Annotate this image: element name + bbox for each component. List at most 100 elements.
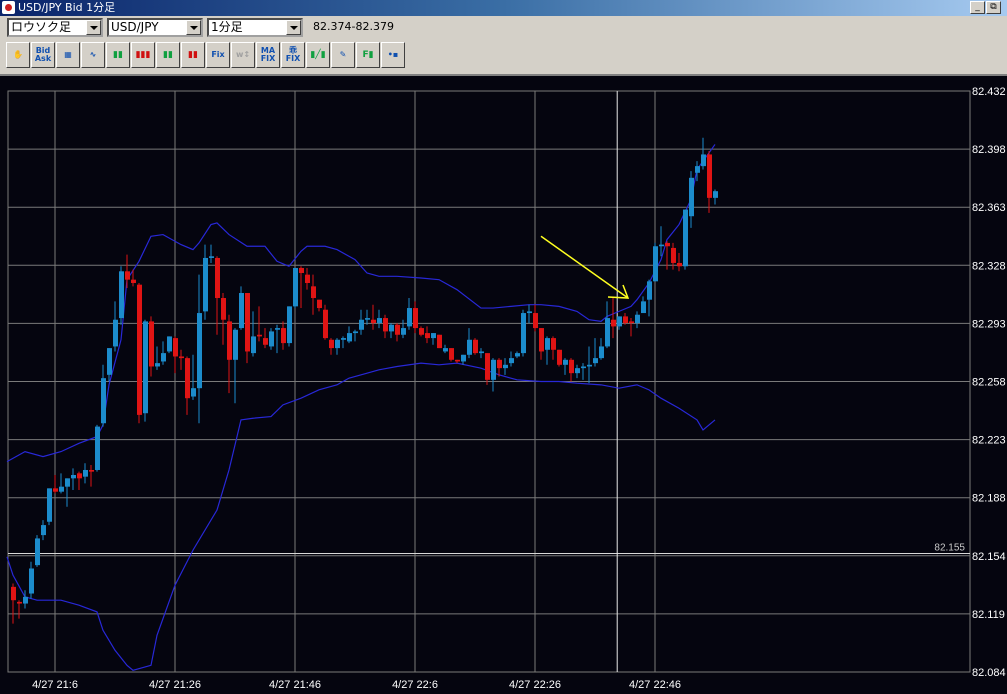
candle-body: [377, 318, 382, 324]
pencil-button[interactable]: ✎: [331, 42, 355, 68]
chart-type-select[interactable]: ロウソク足: [7, 18, 103, 37]
candle-body: [335, 339, 340, 349]
candle-body: [641, 301, 646, 314]
candlestick-chart[interactable]: 82.432 82.398 82.363 82.328 82.293 82.258 82.2…: [0, 76, 1007, 694]
candle-down: [149, 316, 154, 377]
candle-body: [395, 324, 400, 335]
fix-button[interactable]: Fix: [206, 42, 230, 68]
candle-down: [329, 338, 334, 355]
scale-button[interactable]: w↕: [231, 42, 255, 68]
deviation-fix-button[interactable]: 乖 FIX: [281, 42, 305, 68]
candle-body: [665, 242, 670, 247]
candle-up: [653, 242, 658, 282]
candle-body: [23, 596, 28, 604]
lower-band-line: [6, 362, 716, 671]
candle-body: [677, 262, 682, 267]
candle-up: [635, 311, 640, 329]
candle-body: [317, 299, 322, 309]
medium-candles-button[interactable]: ▮▮: [156, 42, 180, 68]
small-candles-button[interactable]: ▮▮: [181, 42, 205, 68]
candle-body: [671, 247, 676, 263]
candle-up: [197, 274, 202, 424]
candle-up: [683, 209, 688, 270]
candle-body: [467, 339, 472, 355]
fibonacci-icon: F▮: [362, 50, 374, 60]
candle-up: [593, 338, 598, 367]
trendline-button[interactable]: ▮╱▮: [306, 42, 330, 68]
ma-fix-button[interactable]: MA FIX: [256, 42, 280, 68]
minimize-button[interactable]: _: [970, 1, 985, 14]
candle-up: [113, 301, 118, 352]
candle-down: [299, 266, 304, 309]
save-button[interactable]: •▪: [381, 42, 405, 68]
candle-body: [599, 346, 604, 359]
candle-body: [107, 348, 112, 375]
candle-body: [407, 308, 412, 327]
candle-down: [179, 349, 184, 370]
candle-body: [305, 274, 310, 283]
candle-body: [101, 378, 106, 424]
candle-up: [389, 323, 394, 339]
bid-ask-button[interactable]: Bid Ask: [31, 42, 55, 68]
upper-band-line: [6, 144, 716, 463]
window-title: USD/JPY Bid 1分足: [18, 1, 116, 14]
chart-area[interactable]: 82.432 82.398 82.363 82.328 82.293 82.258 82.2…: [0, 76, 1007, 694]
candle-up: [155, 346, 160, 370]
candle-up: [491, 358, 496, 392]
candle-body: [227, 321, 232, 360]
candle-body: [713, 191, 718, 198]
candle-body: [539, 328, 544, 352]
candle-chart-button[interactable]: ▮▮: [106, 42, 130, 68]
candle-body: [701, 154, 706, 167]
candle-body: [281, 328, 286, 344]
candle-down: [539, 328, 544, 360]
candle-up: [527, 304, 532, 324]
candle-up: [647, 279, 652, 317]
candle-up: [251, 311, 256, 357]
candle-body: [497, 359, 502, 369]
large-candles-button[interactable]: ▮▮▮: [131, 42, 155, 68]
candle-body: [647, 281, 652, 300]
chevron-down-icon[interactable]: [186, 20, 201, 35]
candle-body: [353, 331, 358, 334]
x-tick-label: 4/27 22:6: [392, 679, 438, 691]
candle-down: [263, 328, 268, 349]
candle-down: [311, 274, 316, 315]
indicator-window-button[interactable]: ▦: [56, 42, 80, 68]
y-tick-label: 82.293: [972, 318, 1006, 330]
candle-body: [167, 336, 172, 352]
candle-up: [377, 309, 382, 329]
candle-down: [281, 321, 286, 350]
candle-body: [515, 353, 520, 357]
candle-body: [575, 368, 580, 374]
fibonacci-button[interactable]: F▮: [356, 42, 380, 68]
chart-toolbar: ✋ Bid Ask ▦ ∿ ▮▮ ▮▮▮ ▮▮ ▮▮ Fix w↕ MA FIX 乖 FIX ▮╱▮ ✎ F▮ •▪: [6, 42, 405, 68]
hand-button[interactable]: ✋: [6, 42, 30, 68]
candle-body: [491, 359, 496, 380]
candle-up: [203, 244, 208, 320]
chevron-down-icon[interactable]: [86, 20, 101, 35]
candle-body: [587, 364, 592, 367]
candle-body: [569, 359, 574, 374]
candle-down: [245, 293, 250, 364]
large-candles-icon: ▮▮▮: [135, 50, 151, 60]
candle-body: [659, 244, 664, 247]
candle-up: [293, 267, 298, 309]
candle-up: [191, 354, 196, 400]
candle-down: [623, 313, 628, 325]
candle-up: [443, 344, 448, 354]
interval-select[interactable]: 1分足: [207, 18, 303, 37]
candle-up: [713, 189, 718, 205]
candle-down: [677, 252, 682, 272]
restore-button[interactable]: ⧉: [986, 1, 1001, 14]
oscillator-button[interactable]: ∿: [81, 42, 105, 68]
candle-body: [683, 209, 688, 267]
candle-body: [653, 246, 658, 282]
candle-body: [233, 329, 238, 360]
quote-range: 82.374-82.379: [313, 20, 394, 33]
title-bar: USD/JPY Bid 1分足 _ ⧉: [0, 0, 1007, 16]
candle-body: [65, 478, 70, 487]
candle-body: [689, 177, 694, 217]
currency-pair-select[interactable]: USD/JPY: [107, 18, 203, 37]
chevron-down-icon[interactable]: [286, 20, 301, 35]
